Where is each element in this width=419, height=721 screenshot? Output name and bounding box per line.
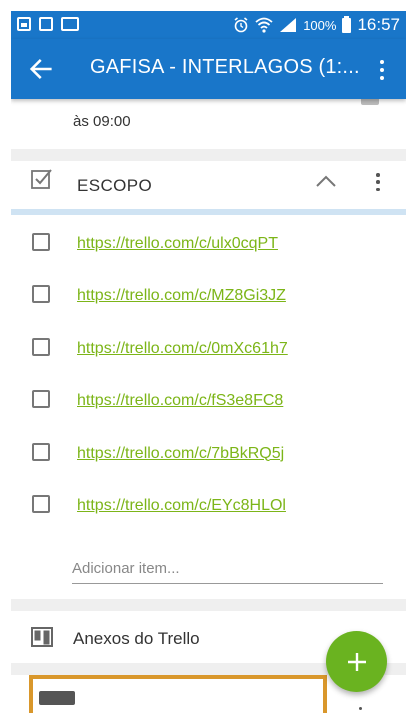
battery-percent: 100% xyxy=(303,17,337,33)
attachment-more-button[interactable] xyxy=(354,703,366,713)
checklist-item: https://trello.com/c/MZ8Gi3JZ xyxy=(11,269,406,321)
checklist-item: https://trello.com/c/0mXc61h7 xyxy=(11,322,406,374)
item-checkbox[interactable] xyxy=(32,285,50,304)
trello-board-icon xyxy=(31,627,53,647)
more-vert-icon xyxy=(380,60,384,64)
partial-icon xyxy=(361,99,379,105)
card-details-scroll[interactable]: às 09:00 ESCOPO https://trello.com/c/ulx… xyxy=(11,99,406,713)
status-notifications xyxy=(17,17,79,31)
clock: 16:57 xyxy=(357,15,400,34)
voicemail-notification-icon xyxy=(61,17,79,31)
item-checkbox[interactable] xyxy=(32,494,50,513)
add-fab-button[interactable] xyxy=(326,631,387,692)
app-frame: 100% 16:57 GAFISA - INTERLAGOS (1:... às… xyxy=(11,11,406,713)
status-bar: 100% 16:57 xyxy=(11,11,406,39)
previous-card: às 09:00 xyxy=(11,99,406,149)
add-item-field[interactable] xyxy=(72,554,383,584)
window-notification-icon xyxy=(39,17,53,31)
checklist-item: https://trello.com/c/EYc8HLOl xyxy=(11,479,406,531)
item-checkbox[interactable] xyxy=(32,233,50,251)
add-item-input[interactable] xyxy=(72,554,383,583)
arrow-left-icon xyxy=(29,59,52,79)
item-link[interactable]: https://trello.com/c/MZ8Gi3JZ xyxy=(77,287,286,305)
back-button[interactable] xyxy=(27,55,55,83)
item-checkbox[interactable] xyxy=(32,442,50,461)
item-link[interactable]: https://trello.com/c/7bBkRQ5j xyxy=(77,445,284,463)
checklist-item: https://trello.com/c/7bBkRQ5j xyxy=(11,427,406,479)
page-title: GAFISA - INTERLAGOS (1:... xyxy=(90,56,360,78)
app-bar: GAFISA - INTERLAGOS (1:... xyxy=(11,39,406,99)
wifi-icon xyxy=(255,17,273,33)
checklist-item: https://trello.com/c/fS3e8FC8 xyxy=(11,374,406,426)
thumbnail-label-bar xyxy=(39,691,75,705)
checklist-header: ESCOPO xyxy=(11,161,406,209)
checklist-card: ESCOPO https://trello.com/c/ulx0cqPT htt… xyxy=(11,161,406,599)
item-link[interactable]: https://trello.com/c/ulx0cqPT xyxy=(77,235,278,253)
attachments-title: Anexos do Trello xyxy=(73,629,200,648)
more-vert-icon xyxy=(358,706,362,710)
item-link[interactable]: https://trello.com/c/fS3e8FC8 xyxy=(77,392,283,410)
chevron-up-icon[interactable] xyxy=(314,169,338,193)
checklist-title: ESCOPO xyxy=(77,176,153,195)
battery-icon xyxy=(342,15,352,33)
plus-icon xyxy=(347,652,366,671)
checklist-more-button[interactable] xyxy=(368,171,388,193)
status-indicators: 100% 16:57 xyxy=(233,15,400,35)
overflow-menu-button[interactable] xyxy=(372,57,392,83)
checklist-item: https://trello.com/c/ulx0cqPT xyxy=(11,217,406,269)
signal-icon xyxy=(280,18,297,32)
item-checkbox[interactable] xyxy=(32,390,50,409)
attachment-thumbnail[interactable] xyxy=(29,675,327,713)
alarm-icon xyxy=(234,17,248,33)
item-link[interactable]: https://trello.com/c/EYc8HLOl xyxy=(77,497,286,515)
checklist-items: https://trello.com/c/ulx0cqPT https://tr… xyxy=(11,217,406,531)
gallery-notification-icon xyxy=(17,17,31,31)
previous-card-text: às 09:00 xyxy=(73,113,131,130)
checkbox-checked-icon xyxy=(31,169,52,189)
checklist-divider xyxy=(11,209,406,215)
item-link[interactable]: https://trello.com/c/0mXc61h7 xyxy=(77,340,288,358)
more-vert-icon xyxy=(376,173,380,177)
item-checkbox[interactable] xyxy=(32,337,50,356)
